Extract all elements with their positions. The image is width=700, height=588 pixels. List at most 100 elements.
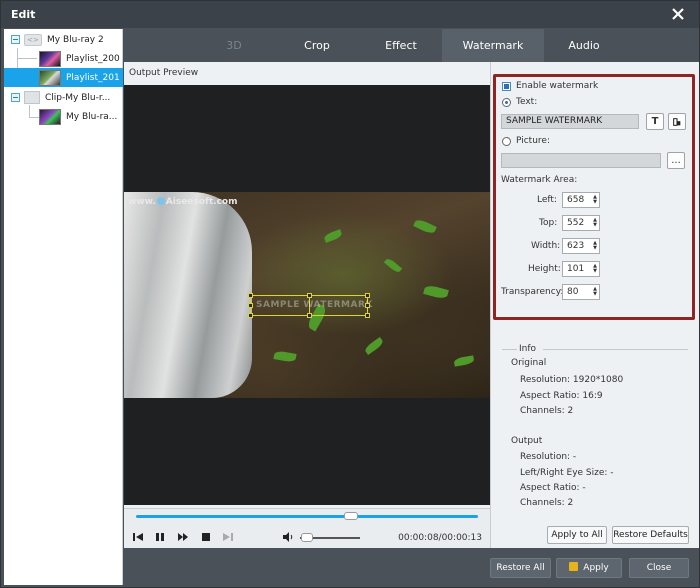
browse-picture-button[interactable]: ... bbox=[667, 152, 685, 169]
apply-button-label: Apply bbox=[583, 563, 609, 573]
resize-handle[interactable] bbox=[248, 313, 253, 318]
title-bar: Edit bbox=[1, 1, 699, 28]
spinner-arrows-icon[interactable]: ▲ ▼ bbox=[593, 264, 597, 274]
left-spinner[interactable]: 658 ▲ ▼ bbox=[562, 192, 600, 208]
pause-button[interactable] bbox=[154, 531, 166, 543]
spinner-arrows-icon[interactable]: ▲ ▼ bbox=[593, 287, 597, 297]
transparency-value: 80 bbox=[567, 287, 579, 297]
watermark-area-label: Watermark Area: bbox=[501, 175, 578, 185]
picture-radio[interactable] bbox=[502, 136, 511, 146]
tree-item-label: Playlist_201 bbox=[66, 72, 120, 83]
spinner-arrows-icon[interactable]: ▲ ▼ bbox=[593, 195, 597, 205]
tree-item-clip-title[interactable]: My Blu-ra... bbox=[4, 107, 123, 126]
picture-radio-label: Picture: bbox=[516, 136, 550, 146]
text-radio-label: Text: bbox=[516, 97, 538, 107]
disc-icon: <> bbox=[24, 33, 42, 46]
resize-handle[interactable] bbox=[365, 293, 370, 298]
apply-button[interactable]: Apply bbox=[556, 558, 622, 578]
watermark-panel: Enable watermark Text: SAMPLE WATERMARK … bbox=[490, 62, 699, 548]
original-channels: Channels: 2 bbox=[520, 406, 574, 416]
collapse-icon[interactable] bbox=[11, 93, 20, 102]
close-window-button[interactable] bbox=[669, 5, 687, 23]
window-title: Edit bbox=[11, 8, 36, 21]
tree-item-playlist-201[interactable]: Playlist_201 bbox=[4, 68, 123, 87]
lock-icon bbox=[569, 562, 579, 571]
output-aspect-ratio: Aspect Ratio: - bbox=[520, 483, 586, 493]
original-resolution: Resolution: 1920*1080 bbox=[520, 375, 624, 385]
text-font-button[interactable]: T bbox=[646, 113, 664, 130]
top-spinner[interactable]: 552 ▲ ▼ bbox=[562, 215, 600, 231]
restore-all-button[interactable]: Restore All bbox=[490, 558, 551, 578]
tree-item-playlist-200[interactable]: Playlist_200 bbox=[4, 49, 123, 68]
tab-watermark[interactable]: Watermark bbox=[442, 29, 544, 62]
collapse-icon[interactable] bbox=[11, 35, 20, 44]
sprout bbox=[273, 350, 297, 363]
tab-effect[interactable]: Effect bbox=[369, 29, 433, 62]
next-frame-button[interactable] bbox=[222, 531, 234, 543]
output-resolution: Resolution: - bbox=[520, 452, 577, 462]
fast-forward-icon bbox=[178, 533, 188, 541]
playback-controls: 00:00:08/00:00:13 bbox=[124, 508, 490, 548]
tree-item-clip[interactable]: Clip-My Blu-r... bbox=[11, 88, 123, 107]
thumbnail bbox=[39, 108, 61, 125]
original-heading: Original bbox=[511, 358, 547, 368]
tab-audio[interactable]: Audio bbox=[554, 29, 614, 62]
preview-area: Output Preview www. Aiseesoft.com SAMPLE … bbox=[124, 62, 490, 508]
enable-watermark-checkbox[interactable] bbox=[502, 81, 511, 91]
progress-bar[interactable] bbox=[136, 515, 478, 518]
enable-watermark-row[interactable]: Enable watermark bbox=[502, 81, 598, 91]
height-label: Height: bbox=[528, 264, 561, 274]
transparency-spinner[interactable]: 80 ▲ ▼ bbox=[562, 284, 600, 300]
tree-item-label: My Blu-ra... bbox=[66, 111, 118, 122]
pause-icon bbox=[156, 533, 164, 541]
sprout bbox=[453, 355, 475, 367]
plastic-bag bbox=[124, 192, 252, 398]
resize-handle[interactable] bbox=[307, 313, 312, 318]
height-value: 101 bbox=[567, 264, 585, 274]
info-heading: Info bbox=[519, 344, 537, 354]
resize-handle[interactable] bbox=[248, 303, 253, 308]
picture-option-row[interactable]: Picture: bbox=[502, 136, 550, 146]
tree-item-label: My Blu-ray 2 bbox=[47, 34, 104, 45]
video-preview: www. Aiseesoft.com SAMPLE WATERMARK bbox=[124, 85, 490, 505]
watermark-text-input[interactable]: SAMPLE WATERMARK bbox=[501, 114, 639, 129]
transparency-label: Transparency: bbox=[501, 287, 564, 297]
height-spinner[interactable]: 101 ▲ ▼ bbox=[562, 261, 600, 277]
watermark-preview-text: SAMPLE WATERMARK bbox=[256, 300, 373, 310]
left-label: Left: bbox=[537, 195, 557, 205]
clip-icon bbox=[24, 91, 40, 104]
text-option-row[interactable]: Text: bbox=[502, 97, 537, 107]
width-value: 623 bbox=[567, 241, 585, 251]
spinner-arrows-icon[interactable]: ▲ ▼ bbox=[593, 218, 597, 228]
volume-knob[interactable] bbox=[301, 533, 314, 542]
sprout bbox=[383, 257, 403, 274]
text-style-button[interactable] bbox=[668, 113, 686, 130]
close-button[interactable]: Close bbox=[629, 558, 689, 578]
fast-forward-button[interactable] bbox=[177, 531, 189, 543]
volume-icon bbox=[283, 532, 293, 542]
picture-path-input[interactable] bbox=[501, 153, 661, 168]
sprout bbox=[323, 229, 343, 243]
stop-button[interactable] bbox=[200, 531, 212, 543]
resize-handle[interactable] bbox=[248, 293, 253, 298]
tab-crop[interactable]: Crop bbox=[287, 29, 347, 62]
aiseesoft-logo-watermark: www. Aiseesoft.com bbox=[128, 197, 238, 207]
resize-handle[interactable] bbox=[365, 313, 370, 318]
text-radio[interactable] bbox=[502, 97, 511, 107]
volume-button[interactable] bbox=[282, 531, 294, 543]
info-divider bbox=[502, 349, 517, 350]
thumbnail bbox=[39, 69, 61, 86]
output-heading: Output bbox=[511, 436, 543, 446]
resize-handle[interactable] bbox=[365, 303, 370, 308]
enable-watermark-label: Enable watermark bbox=[516, 81, 599, 91]
previous-button[interactable] bbox=[132, 531, 144, 543]
restore-defaults-button[interactable]: Restore Defaults bbox=[612, 526, 689, 544]
tree-item-my-bluray-2[interactable]: <> My Blu-ray 2 bbox=[11, 30, 123, 49]
apply-to-all-button[interactable]: Apply to All bbox=[547, 526, 607, 544]
resize-handle[interactable] bbox=[307, 293, 312, 298]
tab-3d[interactable]: 3D bbox=[204, 29, 264, 62]
thumbnail bbox=[39, 50, 61, 67]
spinner-arrows-icon[interactable]: ▲ ▼ bbox=[593, 241, 597, 251]
progress-knob[interactable] bbox=[344, 512, 359, 520]
width-spinner[interactable]: 623 ▲ ▼ bbox=[562, 238, 600, 254]
